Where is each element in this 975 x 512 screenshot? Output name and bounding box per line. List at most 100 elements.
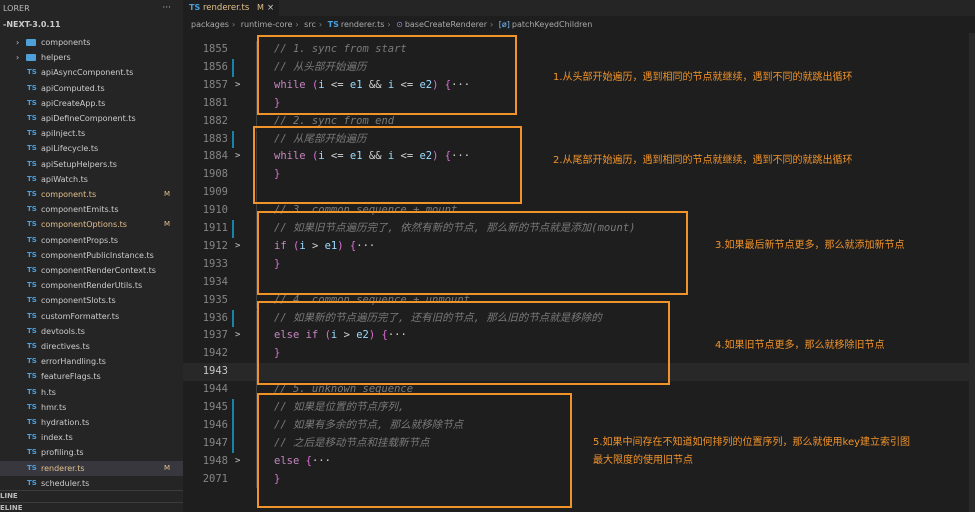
breadcrumb-symbol[interactable]: patchKeyedChildren	[512, 20, 592, 29]
file-item[interactable]: TS profiling.ts	[0, 445, 183, 460]
file-item[interactable]: TS componentPublicInstance.ts	[0, 248, 183, 263]
typescript-file-icon: TS	[27, 205, 37, 214]
file-item[interactable]: TS directives.ts	[0, 339, 183, 354]
git-change-marker[interactable]	[232, 309, 234, 328]
tab-bar: TS renderer.ts M ×	[183, 0, 975, 16]
folder-item[interactable]: › helpers	[0, 50, 183, 65]
editor-scrollbar[interactable]	[969, 33, 975, 512]
annotation-note-5: 5.如果中间存在不知道如何排列的位置序列，那么就使用key建立索引图	[593, 437, 911, 448]
breadcrumb-function[interactable]: baseCreateRenderer	[405, 20, 487, 29]
file-item[interactable]: TS errorHandling.ts	[0, 354, 183, 369]
typescript-file-icon: TS	[27, 114, 37, 122]
file-item[interactable]: TS componentRenderUtils.ts	[0, 278, 183, 293]
file-item[interactable]: TS apiSetupHelpers.ts	[0, 157, 183, 172]
modified-badge: M	[164, 190, 171, 198]
typescript-file-icon: TS	[27, 463, 37, 472]
function-icon: ⊙	[396, 20, 403, 29]
file-label: devtools.ts	[41, 326, 85, 336]
file-label: apiLifecycle.ts	[41, 144, 99, 154]
file-item[interactable]: TS index.ts	[0, 430, 183, 445]
file-label: componentRenderUtils.ts	[41, 281, 143, 291]
file-item[interactable]: TS apiLifecycle.ts	[0, 141, 183, 156]
git-change-marker[interactable]	[232, 399, 234, 417]
file-item[interactable]: TS component.ts M	[0, 187, 183, 202]
file-label: hydration.ts	[41, 418, 90, 427]
fold-chevron-icon[interactable]: >	[235, 77, 240, 95]
folder-item[interactable]: › components	[0, 35, 183, 50]
line-number: 1948	[202, 454, 228, 467]
file-label: apiAsyncComponent.ts	[41, 68, 134, 78]
annotation-note-2: 2.从尾部开始遍历，遇到相同的节点就继续，遇到不同的就跳出循环	[553, 155, 853, 166]
git-change-marker[interactable]	[232, 58, 234, 77]
file-label: profiling.ts	[41, 448, 84, 458]
file-item[interactable]: TS scheduler.ts	[0, 476, 183, 491]
line-number: 1911	[202, 222, 228, 234]
fold-chevron-icon[interactable]: >	[235, 148, 240, 166]
file-label: componentRenderContext.ts	[41, 266, 156, 275]
line-number: 1944	[202, 383, 228, 396]
file-item[interactable]: TS featureFlags.ts	[0, 369, 183, 384]
fold-chevron-icon[interactable]: >	[235, 453, 240, 471]
modified-badge: M	[164, 463, 171, 472]
file-item[interactable]: TS componentRenderContext.ts	[0, 263, 183, 278]
variable-icon: [ø]	[498, 20, 510, 29]
file-item[interactable]: TS apiWatch.ts	[0, 172, 183, 187]
git-change-marker[interactable]	[232, 416, 234, 435]
breadcrumb-runtime-core[interactable]: runtime-core	[241, 20, 293, 29]
more-actions-icon[interactable]: ···	[162, 0, 171, 17]
chevron-right-icon[interactable]: ›	[16, 35, 19, 50]
fold-chevron-icon[interactable]: >	[235, 327, 240, 345]
explorer-title: LORER	[3, 4, 30, 13]
tab-renderer[interactable]: TS renderer.ts M ×	[183, 0, 279, 16]
file-item[interactable]: TS apiInject.ts	[0, 126, 183, 141]
explorer-header: LORER ···	[0, 0, 183, 17]
file-label: componentEmits.ts	[41, 205, 119, 215]
line-number: 1943	[202, 365, 228, 378]
git-change-marker[interactable]	[232, 220, 234, 238]
file-item[interactable]: TS componentSlots.ts	[0, 293, 183, 308]
file-item[interactable]: TS apiComputed.ts	[0, 81, 183, 96]
annotation-box-4	[257, 301, 670, 385]
file-item[interactable]: TS devtools.ts	[0, 324, 183, 339]
file-item[interactable]: TS hydration.ts	[0, 415, 183, 430]
breadcrumb-packages[interactable]: packages	[191, 20, 229, 29]
typescript-file-icon: TS	[27, 326, 37, 335]
git-change-marker[interactable]	[232, 130, 234, 149]
typescript-file-icon: TS	[27, 372, 37, 381]
annotation-note-4: 4.如果旧节点更多，那么就移除旧节点	[715, 340, 885, 351]
annotation-box-2	[253, 126, 522, 204]
typescript-file-icon: TS	[27, 250, 37, 259]
line-number: 1855	[202, 43, 228, 55]
file-item[interactable]: TS componentProps.ts	[0, 233, 183, 248]
file-item[interactable]: TS apiCreateApp.ts	[0, 96, 183, 111]
typescript-file-icon: TS	[27, 402, 37, 411]
chevron-right-icon[interactable]: ›	[16, 50, 19, 65]
file-item[interactable]: TS apiDefineComponent.ts	[0, 111, 183, 126]
git-change-marker[interactable]	[232, 434, 234, 453]
file-label: component.ts	[41, 190, 97, 199]
outline-panel-header[interactable]: LINE	[0, 490, 183, 502]
file-label: helpers	[41, 53, 71, 63]
breadcrumb-src[interactable]: src	[304, 20, 316, 29]
file-label: apiCreateApp.ts	[41, 98, 106, 108]
chevron-right-icon: ›	[387, 20, 391, 29]
modified-badge: M	[164, 220, 171, 229]
file-label: directives.ts	[41, 342, 90, 351]
file-item[interactable]: TS h.ts	[0, 385, 183, 400]
file-item[interactable]: TS customFormatter.ts	[0, 309, 183, 324]
file-item[interactable]: TS renderer.ts M	[0, 460, 183, 476]
file-item[interactable]: TS apiAsyncComponent.ts	[0, 65, 183, 80]
timeline-panel-header[interactable]: ELINE	[0, 502, 183, 512]
line-number: 1933	[202, 257, 228, 270]
line-number: 1946	[202, 418, 228, 431]
fold-chevron-icon[interactable]: >	[235, 238, 240, 256]
line-number: 1884	[202, 150, 228, 163]
typescript-file-icon: TS	[27, 311, 37, 320]
close-icon[interactable]: ×	[267, 0, 274, 16]
file-label: hmr.ts	[41, 402, 67, 412]
project-folder[interactable]: -NEXT-3.0.11	[0, 17, 183, 33]
file-item[interactable]: TS componentOptions.ts M	[0, 217, 183, 232]
file-item[interactable]: TS componentEmits.ts	[0, 202, 183, 217]
breadcrumb-file[interactable]: renderer.ts	[341, 20, 385, 29]
file-item[interactable]: TS hmr.ts	[0, 400, 183, 415]
